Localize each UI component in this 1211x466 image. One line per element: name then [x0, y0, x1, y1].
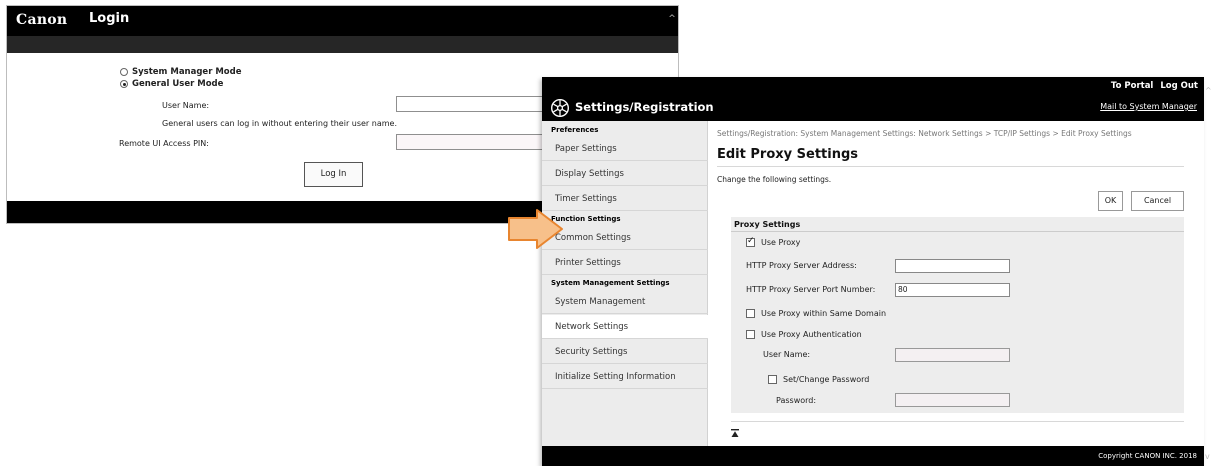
general-user-mode-option[interactable]: General User Mode: [120, 79, 223, 89]
mail-system-manager-link[interactable]: Mail to System Manager: [1100, 102, 1197, 111]
settings-title: Settings/Registration: [575, 100, 714, 114]
sidebar-item-system-management[interactable]: System Management: [542, 290, 708, 314]
http-proxy-port-input[interactable]: 80: [895, 283, 1010, 297]
sidebar-item-security-settings[interactable]: Security Settings: [542, 340, 708, 364]
proxy-authentication-option[interactable]: Use Proxy Authentication: [746, 330, 862, 339]
use-proxy-label: Use Proxy: [761, 238, 801, 247]
settings-sidebar: Preferences Paper Settings Display Setti…: [542, 121, 708, 446]
login-subheader-bar: [7, 36, 678, 53]
auth-user-name-label: User Name:: [763, 350, 811, 359]
auth-user-name-input[interactable]: [895, 348, 1010, 362]
checkbox-checked-icon[interactable]: [746, 236, 755, 247]
cancel-button[interactable]: Cancel: [1131, 191, 1184, 211]
proxy-settings-heading: Proxy Settings: [731, 217, 1184, 232]
sidebar-category-function: Function Settings: [551, 215, 621, 223]
login-title: Login: [89, 11, 130, 26]
radio-icon[interactable]: [120, 68, 128, 76]
general-user-mode-label: General User Mode: [132, 79, 224, 89]
settings-main: Settings/Registration: System Management…: [708, 121, 1204, 446]
user-name-label: User Name:: [162, 101, 210, 110]
system-manager-mode-label: System Manager Mode: [132, 67, 242, 77]
ok-button[interactable]: OK: [1098, 191, 1123, 211]
title-divider: [717, 166, 1184, 167]
sidebar-item-display-settings[interactable]: Display Settings: [542, 162, 708, 186]
use-proxy-option[interactable]: Use Proxy: [746, 236, 801, 247]
back-to-top-icon[interactable]: [731, 429, 739, 441]
log-out-link[interactable]: Log Out: [1160, 81, 1198, 91]
checkbox-icon[interactable]: [746, 330, 755, 339]
header-links: To Portal Log Out: [1111, 81, 1198, 91]
http-proxy-address-input[interactable]: [895, 259, 1010, 273]
general-user-note: General users can log in without enterin…: [162, 119, 397, 128]
sidebar-item-timer-settings[interactable]: Timer Settings: [542, 187, 708, 211]
http-address-label: HTTP Proxy Server Address:: [746, 261, 857, 270]
page-description: Change the following settings.: [717, 175, 832, 184]
proxy-authentication-label: Use Proxy Authentication: [761, 330, 862, 339]
canon-logo: Canon: [16, 12, 68, 28]
sidebar-category-preferences: Preferences: [551, 126, 599, 134]
same-domain-label: Use Proxy within Same Domain: [761, 309, 887, 318]
set-change-password-option[interactable]: Set/Change Password: [768, 375, 869, 384]
right-arrow-icon: [508, 209, 563, 249]
system-manager-mode-option[interactable]: System Manager Mode: [120, 67, 242, 77]
checkbox-icon[interactable]: [768, 375, 777, 384]
radio-selected-icon[interactable]: [120, 80, 128, 88]
to-portal-link[interactable]: To Portal: [1111, 81, 1153, 91]
password-input[interactable]: [895, 393, 1010, 407]
sidebar-item-initialize-setting-information[interactable]: Initialize Setting Information: [542, 365, 708, 389]
scroll-down-icon[interactable]: v: [1205, 452, 1210, 461]
settings-gear-icon: [550, 98, 570, 118]
copyright-text: Copyright CANON INC. 2018: [1098, 452, 1197, 460]
sidebar-item-common-settings[interactable]: Common Settings: [542, 226, 708, 250]
login-button[interactable]: Log In: [304, 162, 363, 187]
scroll-up-icon[interactable]: ^: [667, 14, 677, 24]
scroll-up-icon[interactable]: ^: [1205, 86, 1211, 95]
pin-label: Remote UI Access PIN:: [119, 139, 209, 148]
password-label: Password:: [776, 396, 817, 405]
sidebar-category-system-management: System Management Settings: [551, 279, 670, 287]
sidebar-item-network-settings[interactable]: Network Settings: [542, 315, 708, 339]
back-to-top-arrow-icon: [731, 429, 739, 437]
same-domain-option[interactable]: Use Proxy within Same Domain: [746, 309, 886, 318]
breadcrumb: Settings/Registration: System Management…: [717, 129, 1132, 138]
page-title: Edit Proxy Settings: [717, 147, 859, 162]
settings-header: Settings/Registration To Portal Log Out …: [542, 77, 1204, 121]
settings-window: Settings/Registration To Portal Log Out …: [542, 77, 1204, 466]
set-change-password-label: Set/Change Password: [783, 375, 870, 384]
settings-footer: Copyright CANON INC. 2018: [542, 446, 1204, 466]
http-port-label: HTTP Proxy Server Port Number:: [746, 285, 876, 294]
bottom-divider: [731, 421, 1184, 422]
checkbox-icon[interactable]: [746, 309, 755, 318]
proxy-settings-panel: Proxy Settings Use Proxy HTTP Proxy Serv…: [731, 217, 1184, 413]
sidebar-item-paper-settings[interactable]: Paper Settings: [542, 137, 708, 161]
sidebar-item-printer-settings[interactable]: Printer Settings: [542, 251, 708, 275]
